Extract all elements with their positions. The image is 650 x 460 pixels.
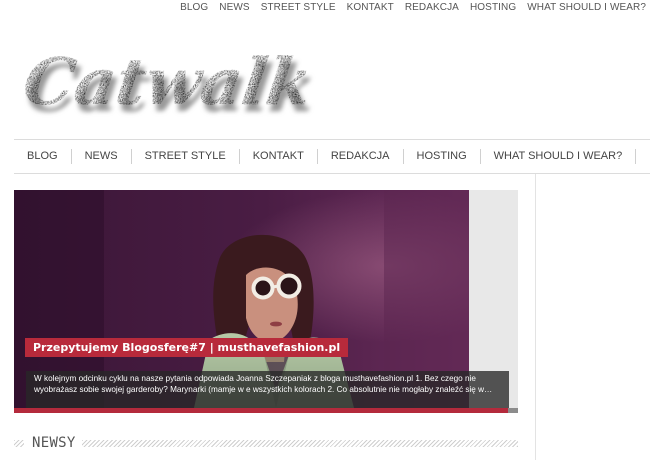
top-nav-kontakt[interactable]: KONTAKT [347,0,394,16]
main-nav-blog[interactable]: BLOG [14,149,72,164]
sidebar-divider [535,174,536,460]
section-decoration-left [14,439,24,447]
slider-progress-fill [14,408,508,413]
main-nav-what-should-i-wear[interactable]: WHAT SHOULD I WEAR? [481,149,637,164]
top-nav-redakcja[interactable]: REDAKCJA [405,0,459,16]
newsy-section-header: NEWSY [14,433,518,453]
main-nav-redakcja[interactable]: REDAKCJA [318,149,404,164]
slide-title[interactable]: Przepytujemy Blogosferę#7 | musthavefash… [25,338,349,357]
site-logo[interactable]: Catwalk Catwalk [22,40,357,120]
top-nav-blog[interactable]: BLOG [180,0,208,16]
main-nav-news[interactable]: NEWS [72,149,132,164]
logo-text: Catwalk [22,45,316,120]
top-nav-what-should-i-wear[interactable]: WHAT SHOULD I WEAR? [527,0,646,16]
slide-excerpt: W kolejnym odcinku cyklu na nasze pytani… [26,371,509,408]
section-decoration-line [81,439,518,447]
slider-progress-track [14,408,518,413]
main-nav-street-style[interactable]: STREET STYLE [132,149,240,164]
top-nav-street-style[interactable]: STREET STYLE [261,0,336,16]
main-nav: BLOG NEWS STREET STYLE KONTAKT REDAKCJA … [14,139,650,174]
top-nav-hosting[interactable]: HOSTING [470,0,516,16]
top-nav: BLOG NEWS STREET STYLE KONTAKT REDAKCJA … [180,0,646,16]
main-nav-przef[interactable]: PRZEF [636,149,650,164]
main-nav-kontakt[interactable]: KONTAKT [240,149,318,164]
section-title: NEWSY [32,435,76,451]
logo-graphic: Catwalk Catwalk [22,45,320,120]
top-nav-news[interactable]: NEWS [219,0,249,16]
main-nav-hosting[interactable]: HOSTING [404,149,481,164]
